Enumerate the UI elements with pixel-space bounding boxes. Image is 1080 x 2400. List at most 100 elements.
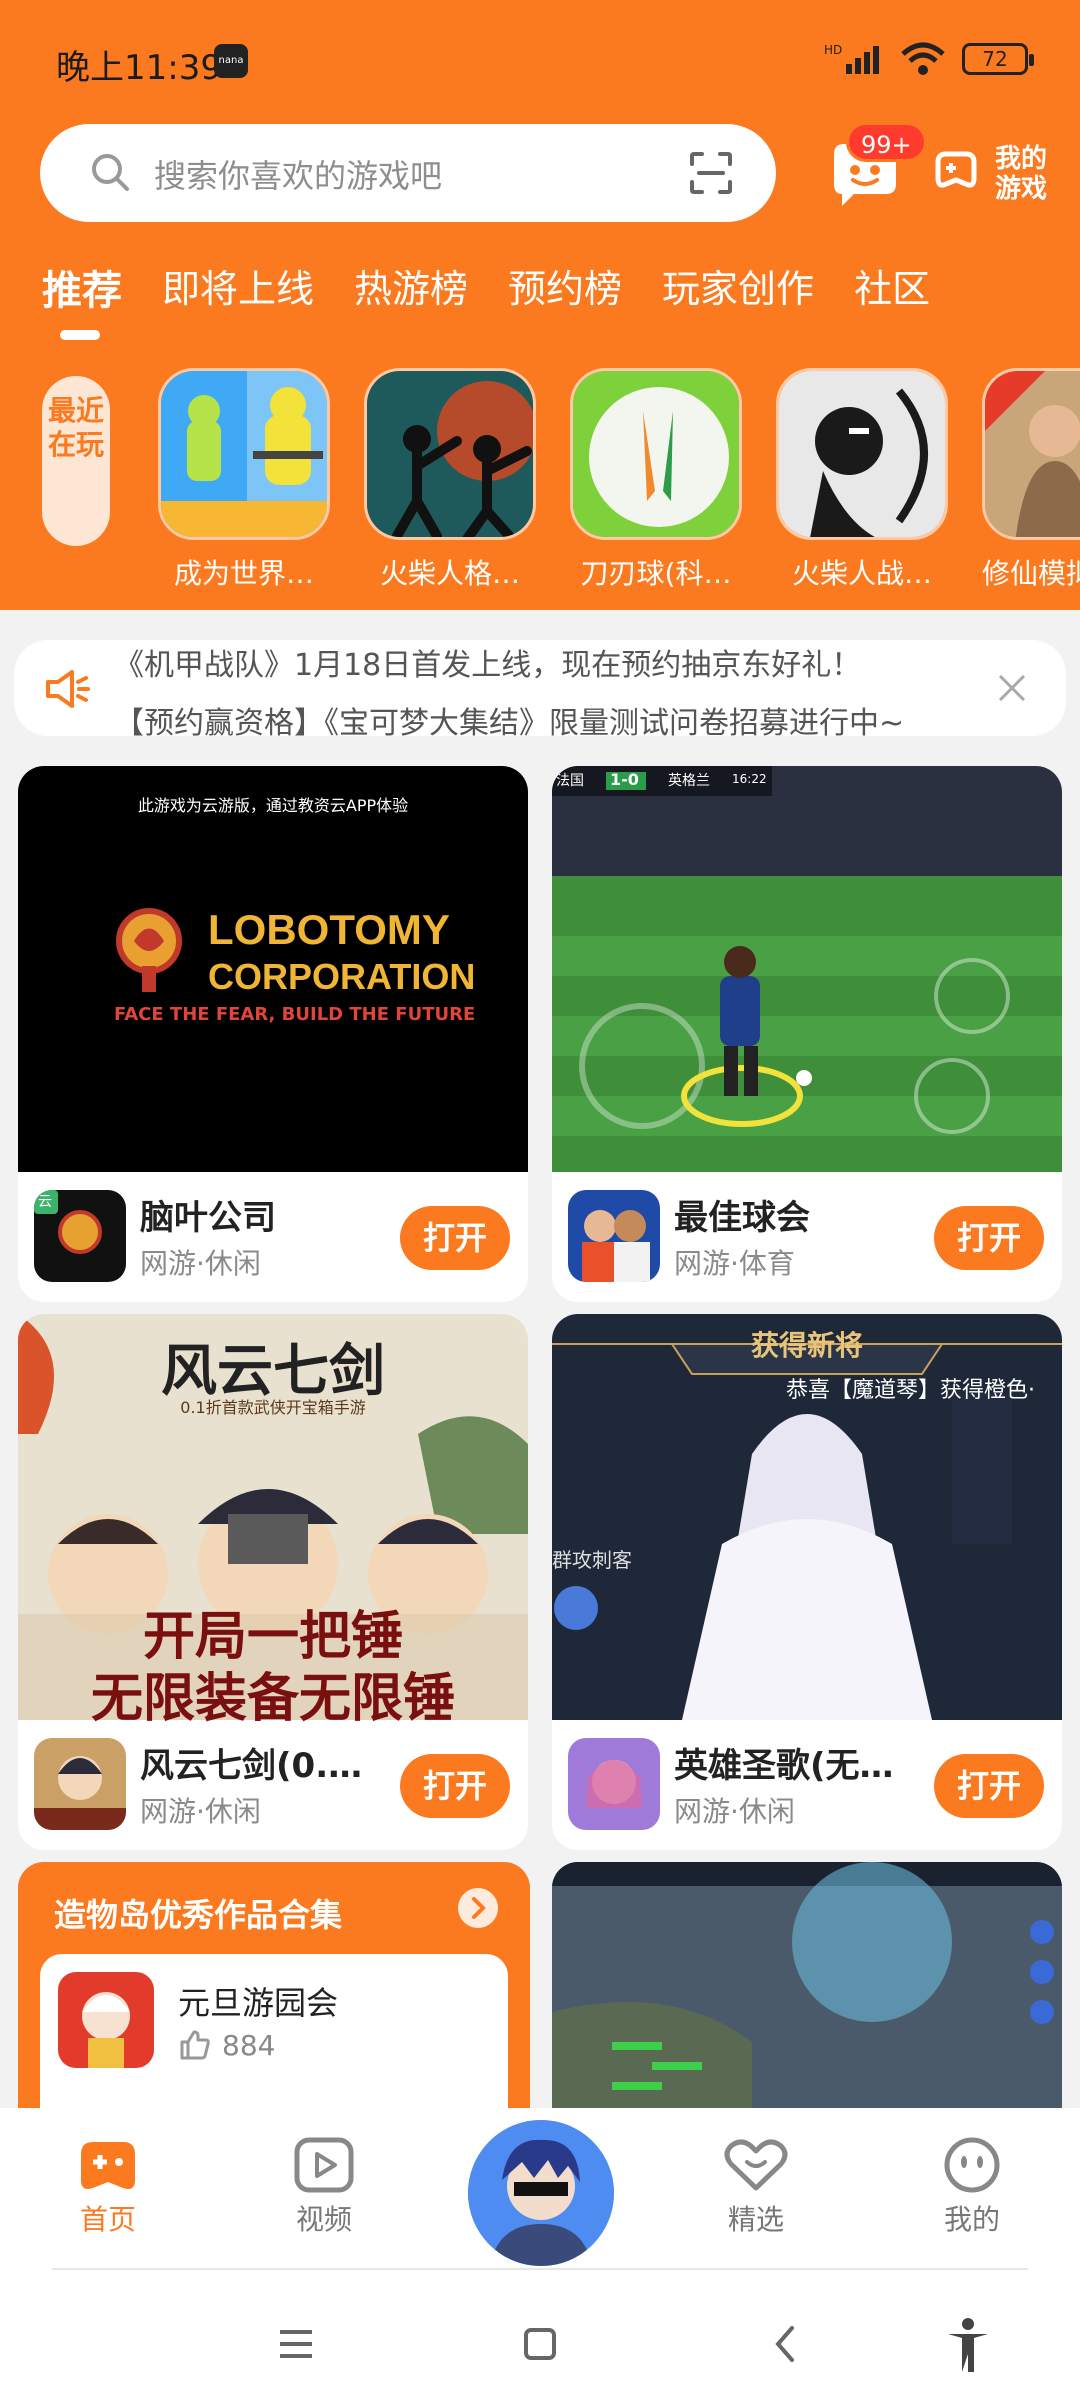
nav-me[interactable]: 我的 [912, 2136, 1032, 2238]
recent-game-item[interactable]: 刀刃球(科… [570, 368, 742, 592]
back-icon[interactable] [756, 2314, 816, 2374]
nav-label: 首页 [79, 2203, 136, 2236]
announcement-line: 《机甲战队》1月18日首发上线，现在预约抽京东好礼！ [114, 648, 862, 683]
collection-item[interactable]: 元旦游园会 884 [40, 1954, 508, 2118]
announcement-bar[interactable]: 《机甲战队》1月18日首发上线，现在预约抽京东好礼！ 【预约赢资格】《宝可梦大集… [14, 640, 1066, 736]
recent-game-name: 火柴人格… [379, 557, 520, 590]
tab-player-creations[interactable]: 玩家创作 [662, 258, 814, 316]
header-area: 晚上11:39 nana HD 72 搜索你喜欢的游戏吧 99+ 我的游戏 推荐… [0, 0, 1080, 610]
game-card[interactable]: 此游戏为云游版，通过教资云APP体验 LOBOTOMY CORPORATION … [18, 766, 528, 1302]
recently-played-list: 成为世界… 火柴人格… 刀刃球(科… 火柴人战… 修仙模 [158, 368, 1080, 592]
home-square-icon[interactable] [510, 2314, 570, 2374]
banner-brand-line: CORPORATION [208, 956, 476, 997]
avatar[interactable] [462, 2114, 620, 2272]
status-app-badge: nana [214, 44, 248, 78]
game-category: 网游·休闲 [140, 1247, 261, 1280]
collection-item-name: 元旦游园会 [178, 1984, 339, 2022]
category-tabs: 推荐 即将上线 热游榜 预约榜 玩家创作 社区 [42, 258, 930, 340]
my-games-button[interactable]: 我的游戏 [930, 140, 1060, 210]
gamepad-icon [935, 151, 977, 188]
tab-bar: 首页 视频 精选 我的 [0, 2114, 1080, 2272]
banner-slogan: FACE THE FEAR, BUILD THE FUTURE [114, 1004, 476, 1025]
thumbs-up-icon [180, 2030, 210, 2060]
menu-icon[interactable] [266, 2314, 326, 2374]
cloud-tag: 云 [38, 1194, 52, 1210]
banner-caption: 恭喜【魔道琴】获得橙色· [786, 1378, 1035, 1403]
lobotomy-logo-icon [116, 908, 182, 992]
game-title: 最佳球会 [674, 1198, 810, 1238]
best-club-app-icon [568, 1190, 660, 1282]
tab-hot-list[interactable]: 热游榜 [354, 258, 468, 316]
like-count-value: 884 [222, 2028, 276, 2062]
my-games-label: 我的游戏 [994, 144, 1047, 204]
open-button[interactable]: 打开 [934, 1206, 1044, 1270]
nav-label: 我的 [943, 2203, 1000, 2236]
search-input[interactable]: 搜索你喜欢的游戏吧 [40, 124, 776, 222]
nav-home[interactable]: 首页 [48, 2136, 168, 2238]
gamepad-icon [81, 2142, 135, 2189]
level-game-icon [158, 368, 330, 540]
banner-subtitle: 0.1折首款武侠开宝箱手游 [180, 1398, 366, 1417]
game-card[interactable]: 法国 1-0 英格兰 16:22 最佳球会 网游·体育 打开 [552, 766, 1062, 1302]
nav-video[interactable]: 视频 [264, 2136, 384, 2238]
bottom-navigation: 首页 视频 精选 我的 [0, 2108, 1080, 2400]
game-info-row: 最佳球会 网游·体育 打开 [552, 1172, 1062, 1302]
signal-icon: HD [824, 43, 879, 74]
stickman-war-icon [776, 368, 948, 540]
open-button[interactable]: 打开 [934, 1754, 1044, 1818]
recent-game-name: 火柴人战… [791, 557, 932, 590]
play-video-icon [294, 2137, 354, 2193]
chevron-right-icon[interactable] [456, 1886, 500, 1930]
game-title: 风云七剑(0.1… [140, 1746, 380, 1786]
game-info-row: 云 脑叶公司 网游·休闲 打开 [18, 1172, 528, 1302]
close-icon[interactable] [992, 668, 1032, 708]
recent-game-name: 成为世界… [173, 557, 314, 590]
game-banner: 法国 1-0 英格兰 16:22 [552, 766, 1062, 1172]
recent-game-item[interactable]: 火柴人战… [776, 368, 948, 592]
tab-upcoming[interactable]: 即将上线 [162, 258, 314, 316]
banner-caption: 此游戏为云游版，通过教资云APP体验 [137, 796, 409, 815]
banner-side-label: 群攻刺客 [552, 1548, 632, 1572]
status-time: 晚上11:39 [56, 48, 222, 88]
game-info-row: 英雄圣歌(无限… 网游·休闲 打开 [552, 1720, 1062, 1850]
nav-featured[interactable]: 精选 [696, 2136, 816, 2238]
banner-title: 获得新将 [750, 1329, 863, 1362]
game-banner: 此游戏为云游版，通过教资云APP体验 LOBOTOMY CORPORATION … [18, 766, 528, 1172]
megaphone-icon [46, 670, 90, 708]
creation-island-collection[interactable]: 造物岛优秀作品合集 元旦游园会 884 [18, 1862, 530, 2118]
game-banner: 风云七剑 0.1折首款武侠开宝箱手游 开局一把锤 无限装备无限锤 [18, 1314, 528, 1729]
message-count-badge: 99+ [846, 122, 927, 162]
banner-score: 1-0 [610, 770, 639, 789]
hero-anthem-app-icon [568, 1738, 660, 1830]
heart-icon [724, 2139, 788, 2191]
tab-recommend[interactable]: 推荐 [42, 258, 122, 340]
scan-icon[interactable] [686, 148, 736, 198]
accessibility-icon[interactable] [938, 2314, 998, 2374]
banner-team-right: 英格兰 [668, 773, 710, 789]
game-category: 网游·休闲 [140, 1795, 261, 1828]
game-category: 网游·休闲 [674, 1795, 795, 1828]
open-button[interactable]: 打开 [400, 1206, 510, 1270]
announcement-line: 【预约赢资格】《宝可梦大集结》限量测试问卷招募进行中~ [114, 706, 905, 736]
banner-team-left: 法国 [556, 773, 584, 789]
banner-clock: 16:22 [732, 772, 767, 786]
game-card[interactable]: 获得新将 恭喜【魔道琴】获得橙色· 群攻刺客 英雄圣歌(无限… 网游·休闲 打开 [552, 1314, 1062, 1850]
recent-game-item[interactable]: 修仙模拟 [982, 368, 1080, 592]
stickman-fight-icon [364, 368, 536, 540]
fengyun-app-icon [34, 1738, 126, 1830]
tab-reservation-list[interactable]: 预约榜 [508, 258, 622, 316]
game-card[interactable] [552, 1862, 1062, 2118]
open-button[interactable]: 打开 [400, 1754, 510, 1818]
game-category: 网游·体育 [674, 1247, 795, 1280]
nav-label: 精选 [727, 2203, 784, 2236]
blade-ball-icon [570, 368, 742, 540]
recently-played-tag: 最近在玩 [42, 376, 110, 546]
recent-game-item[interactable]: 火柴人格… [364, 368, 536, 592]
game-card[interactable]: 风云七剑 0.1折首款武侠开宝箱手游 开局一把锤 无限装备无限锤 风云七剑(0.… [18, 1314, 528, 1850]
recent-game-item[interactable]: 成为世界… [158, 368, 330, 592]
status-indicators: HD 72 [824, 42, 1034, 76]
game-info-row: 风云七剑(0.1… 网游·休闲 打开 [18, 1720, 528, 1850]
tab-community[interactable]: 社区 [854, 258, 930, 316]
recent-game-name: 刀刃球(科… [580, 557, 732, 590]
lobotomy-app-icon: 云 [34, 1190, 126, 1282]
